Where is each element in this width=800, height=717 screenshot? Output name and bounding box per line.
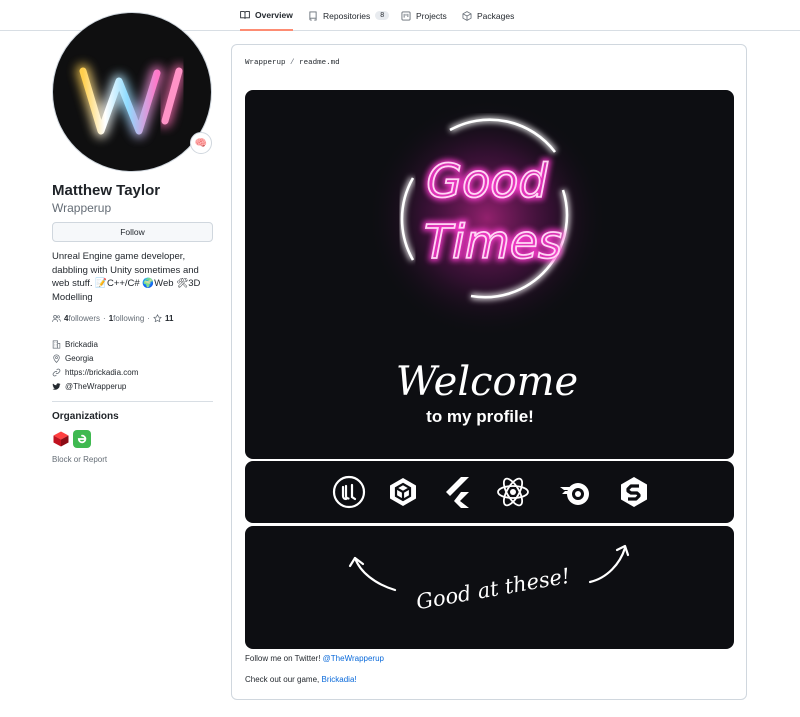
good-at-banner: Good at these!	[245, 526, 734, 649]
stats-separator: ·	[147, 314, 150, 323]
avatar[interactable]	[52, 12, 212, 172]
follow-twitter-text: Follow me on Twitter!	[245, 654, 323, 663]
tab-repositories-label: Repositories	[323, 10, 371, 21]
project-icon	[401, 11, 411, 20]
tab-projects-label: Projects	[416, 10, 447, 21]
location-pin-icon	[53, 354, 60, 363]
organizations-heading: Organizations	[52, 411, 119, 422]
e-logo-icon	[77, 434, 87, 444]
neon-sign-image: Good Good Times Times Welcome to my prof…	[367, 98, 607, 426]
neon-good-text: Good	[426, 154, 548, 208]
arrow-right-icon	[588, 546, 627, 584]
welcome-subtitle: to my profile!	[426, 407, 534, 426]
website-link[interactable]: https://brickadia.com	[65, 368, 138, 377]
neon-w-logo	[76, 64, 186, 138]
stars-link[interactable]: 11	[153, 314, 173, 323]
followers-label: followers	[68, 314, 101, 323]
follow-twitter-paragraph: Follow me on Twitter! @TheWrapperup	[245, 654, 384, 663]
blender-icon	[560, 483, 589, 505]
package-icon	[462, 10, 472, 21]
twitter-handle[interactable]: @TheWrapperup	[65, 382, 126, 391]
follow-stats: 4 followers · 1 following · 11	[52, 314, 173, 323]
star-icon	[153, 314, 162, 323]
people-icon	[52, 314, 61, 322]
twitter-icon	[52, 382, 61, 390]
location-text: Georgia	[65, 353, 94, 363]
tab-repositories[interactable]: Repositories 8	[308, 0, 390, 31]
following-link[interactable]: 1 following	[109, 314, 145, 323]
welcome-heading: Welcome	[396, 359, 578, 405]
breadcrumb: Wrapperup / readme.md	[245, 59, 340, 67]
neon-times-text: Times	[424, 215, 562, 269]
followers-link[interactable]: 4 followers	[52, 314, 100, 323]
sidebar-divider	[52, 401, 213, 402]
twitter-item[interactable]: @TheWrapperup	[52, 379, 138, 393]
website-item[interactable]: https://brickadia.com	[52, 365, 138, 379]
company-item: Brickadia	[52, 337, 138, 351]
location-item: Georgia	[52, 351, 138, 365]
welcome-banner: Good Good Times Times Welcome to my prof…	[245, 90, 734, 459]
organizations-list	[52, 430, 91, 448]
following-label: following	[113, 314, 145, 323]
profile-username: Wrapperup	[52, 201, 112, 215]
readme-card: Wrapperup / readme.md Good Good Times Ti…	[231, 44, 747, 700]
stats-separator: ·	[103, 314, 106, 323]
game-text: Check out our game,	[245, 675, 322, 684]
tab-overview-label: Overview	[255, 9, 293, 20]
org-green[interactable]	[73, 430, 91, 448]
tab-packages-label: Packages	[477, 10, 515, 21]
game-paragraph: Check out our game, Brickadia!	[245, 675, 357, 684]
repositories-count-badge: 8	[375, 11, 390, 20]
book-icon	[240, 10, 250, 19]
tab-projects[interactable]: Projects	[401, 0, 447, 31]
follow-button[interactable]: Follow	[52, 222, 213, 242]
react-icon	[497, 477, 529, 507]
org-brickadia[interactable]	[52, 430, 70, 448]
tab-overview[interactable]: Overview	[240, 0, 293, 31]
tech-icons-banner	[245, 461, 734, 523]
breadcrumb-owner[interactable]: Wrapperup	[245, 59, 286, 67]
breadcrumb-file[interactable]: readme.md	[299, 59, 340, 67]
good-at-text: Good at these!	[414, 564, 572, 615]
breadcrumb-separator: /	[290, 59, 295, 67]
unity-icon	[390, 478, 416, 506]
unreal-engine-icon	[332, 475, 366, 509]
brickadia-link[interactable]: Brickadia!	[321, 675, 356, 684]
building-icon	[52, 339, 61, 349]
profile-details: Brickadia Georgia https://brickadia.com …	[52, 337, 138, 393]
stars-count: 11	[164, 314, 174, 323]
status-emoji[interactable]: 🧠	[190, 132, 212, 154]
profile-fullname: Matthew Taylor	[52, 182, 161, 199]
repo-icon	[309, 11, 317, 20]
flutter-icon	[446, 477, 469, 508]
tab-packages[interactable]: Packages	[462, 0, 514, 31]
substance-icon	[621, 477, 647, 507]
red-cube-icon	[53, 431, 69, 447]
company-name: Brickadia	[65, 339, 98, 349]
good-at-image: Good at these!	[348, 544, 630, 615]
link-icon	[52, 368, 61, 376]
profile-bio: Unreal Engine game developer, dabbling w…	[52, 251, 201, 303]
block-report-link[interactable]: Block or Report	[52, 455, 107, 464]
twitter-readme-link[interactable]: @TheWrapperup	[323, 654, 384, 663]
